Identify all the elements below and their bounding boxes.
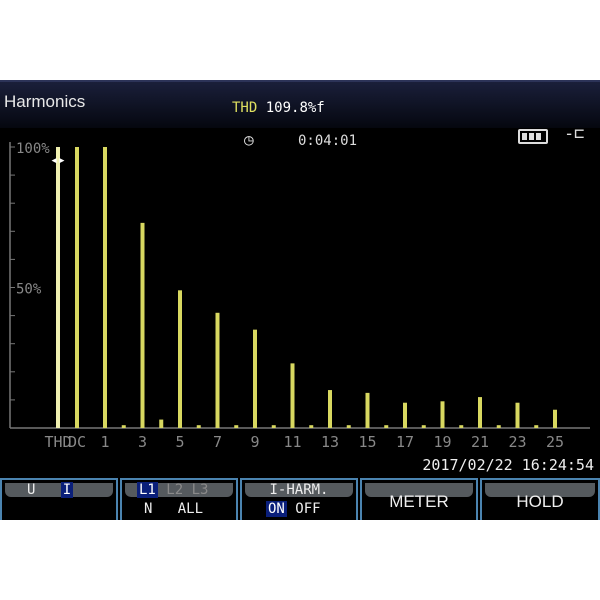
bar-14 <box>346 425 351 428</box>
cursor-icon: ◂▸ <box>50 153 66 168</box>
bar-11 <box>290 363 295 428</box>
bar-18 <box>421 425 426 428</box>
x-tick-label: 3 <box>138 433 147 451</box>
x-tick-label: 11 <box>283 433 301 451</box>
x-tick-label: 21 <box>471 433 489 451</box>
datetime: 2017/02/22 16:24:54 <box>422 456 594 474</box>
x-tick-label: 5 <box>175 433 184 451</box>
bar-22 <box>496 425 501 428</box>
option-u[interactable]: U <box>27 482 35 498</box>
bar-17 <box>403 402 407 428</box>
option-l3[interactable]: L3 <box>192 482 209 498</box>
bar-19 <box>440 401 445 428</box>
x-tick-label: 23 <box>508 433 526 451</box>
option-on[interactable]: ON <box>266 501 287 517</box>
bar-7 <box>215 312 220 428</box>
x-tick-label: 15 <box>358 433 376 451</box>
fkey-i-harm[interactable]: I-HARM. ON OFF <box>240 478 358 520</box>
bar-23 <box>515 402 520 428</box>
bar-15 <box>365 392 370 428</box>
option-l1[interactable]: L1 <box>137 482 158 498</box>
x-tick-label: 7 <box>213 433 222 451</box>
option-all[interactable]: ALL <box>178 501 203 517</box>
x-tick-label: 19 <box>433 433 451 451</box>
bar-4 <box>159 419 164 428</box>
bar-DC <box>75 147 79 428</box>
bar-12 <box>309 425 314 428</box>
bar-6 <box>196 425 201 428</box>
option-off[interactable]: OFF <box>295 501 320 517</box>
hold-label: HOLD <box>516 492 564 511</box>
bar-THD <box>56 147 60 428</box>
x-tick-label: 13 <box>321 433 339 451</box>
meter-label: METER <box>389 492 449 511</box>
bar-24 <box>534 425 539 428</box>
bar-21 <box>478 397 482 428</box>
bar-25 <box>553 409 557 428</box>
i-harm-label: I-HARM. <box>245 483 353 497</box>
bar-20 <box>459 425 464 428</box>
x-tick-label: 25 <box>546 433 564 451</box>
analyzer-screen: Harmonics THD 109.8%f ◷ 0:04:01 -⊏ 100% 5… <box>0 80 600 520</box>
hold-button[interactable]: HOLD <box>480 478 600 520</box>
option-n[interactable]: N <box>144 501 152 517</box>
x-tick-label: 1 <box>100 433 109 451</box>
y-tick-label: 50% <box>16 282 42 298</box>
bar-13 <box>328 390 332 428</box>
fkey-u-i[interactable]: U I <box>0 478 118 520</box>
meter-button[interactable]: METER <box>360 478 478 520</box>
y-tick-label: 100% <box>16 141 50 157</box>
option-l2[interactable]: L2 <box>166 482 183 498</box>
bar-3 <box>140 222 145 428</box>
bar-2 <box>121 425 126 428</box>
bar-8 <box>234 425 239 428</box>
fkey-phase[interactable]: L1 L2 L3 N ALL <box>120 478 238 520</box>
bar-10 <box>271 425 276 428</box>
bar-9 <box>253 329 257 428</box>
bar-1 <box>103 147 107 428</box>
bar-5 <box>178 290 182 428</box>
x-tick-label: 17 <box>396 433 414 451</box>
option-i[interactable]: I <box>60 482 74 498</box>
x-tick-label: DC <box>68 433 86 451</box>
harmonics-chart: 100%50%THDDC 1 3 5 7 9 11 13 15 17 19 21 23 25◂▸ <box>9 141 590 451</box>
x-tick-label: 9 <box>250 433 259 451</box>
bar-16 <box>384 425 389 428</box>
